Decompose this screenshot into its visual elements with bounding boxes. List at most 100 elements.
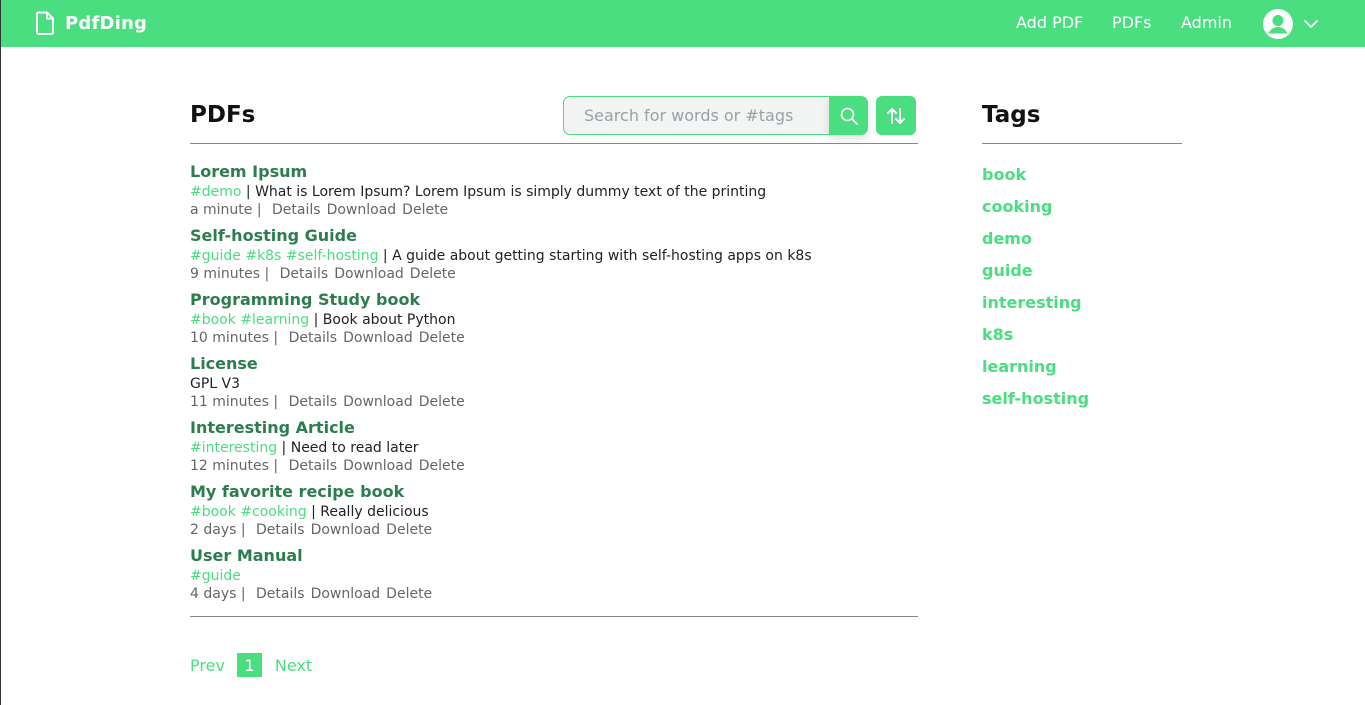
separator: |	[268, 330, 283, 346]
prev-page-link[interactable]: Prev	[190, 656, 225, 675]
pdf-title-link[interactable]: Lorem Ipsum	[190, 162, 307, 181]
pdf-title-link[interactable]: Interesting Article	[190, 418, 355, 437]
pdf-actions-line: 10 minutes | Details Download Delete	[190, 330, 465, 346]
pdf-description: A guide about getting starting with self…	[392, 248, 812, 264]
download-link[interactable]: Download	[343, 458, 413, 474]
sidebar-tag-learning[interactable]: learning	[982, 357, 1089, 389]
search-input[interactable]	[564, 97, 830, 134]
chevron-down-icon[interactable]	[1303, 16, 1319, 32]
pdf-tag-link[interactable]: #guide	[190, 248, 241, 264]
pdf-meta-line: GPL V3	[190, 376, 240, 392]
tags-title: Tags	[982, 102, 1041, 128]
separator: |	[277, 440, 291, 456]
pdf-list: Lorem Ipsum #demo | What is Lorem Ipsum? …	[190, 161, 918, 609]
details-link[interactable]: Details	[280, 266, 329, 282]
pdf-actions-line: 9 minutes | Details Download Delete	[190, 266, 456, 282]
separator: |	[268, 458, 283, 474]
separator: |	[309, 312, 323, 328]
brand-name: PdfDing	[65, 12, 148, 34]
pdf-tag-link[interactable]: #demo	[190, 184, 241, 200]
separator: |	[268, 394, 283, 410]
pdf-tag-link[interactable]: #learning	[240, 312, 309, 328]
details-link[interactable]: Details	[289, 458, 338, 474]
details-link[interactable]: Details	[272, 202, 321, 218]
pdf-list-item: Programming Study book #book #learning | …	[190, 289, 918, 353]
sidebar-tag-demo[interactable]: demo	[982, 229, 1089, 261]
delete-link[interactable]: Delete	[419, 394, 465, 410]
navbar: PdfDing Add PDF PDFs Admin	[1, 0, 1365, 47]
pdf-actions-line: 4 days | Details Download Delete	[190, 586, 432, 602]
download-link[interactable]: Download	[343, 394, 413, 410]
pdf-description: What is Lorem Ipsum? Lorem Ipsum is simp…	[255, 184, 767, 200]
search-box	[563, 96, 830, 135]
delete-link[interactable]: Delete	[419, 330, 465, 346]
sidebar-tag-interesting[interactable]: interesting	[982, 293, 1089, 325]
user-avatar-icon[interactable]	[1262, 8, 1294, 40]
brand[interactable]: PdfDing	[35, 11, 147, 35]
pdf-list-item: User Manual #guide 4 days | Details Downloa…	[190, 545, 918, 609]
pdf-tag-link[interactable]: #book	[190, 312, 236, 328]
sidebar-tag-cooking[interactable]: cooking	[982, 197, 1089, 229]
sidebar-tag-k8s[interactable]: k8s	[982, 325, 1089, 357]
pdf-meta-line: #book #learning | Book about Python	[190, 312, 455, 328]
nav-pdfs[interactable]: PDFs	[1112, 13, 1152, 32]
pdf-actions-line: 11 minutes | Details Download Delete	[190, 394, 465, 410]
pdf-actions-line: a minute | Details Download Delete	[190, 202, 448, 218]
download-link[interactable]: Download	[311, 522, 381, 538]
separator: |	[236, 522, 251, 538]
details-link[interactable]: Details	[256, 586, 305, 602]
delete-link[interactable]: Delete	[386, 586, 432, 602]
pdf-tag-link[interactable]: #book	[190, 504, 236, 520]
sidebar-tag-book[interactable]: book	[982, 165, 1089, 197]
pdf-title-link[interactable]: License	[190, 354, 258, 373]
pdf-age: 4 days	[190, 586, 237, 602]
pdf-age: 10 minutes	[190, 330, 269, 346]
next-page-link[interactable]: Next	[275, 656, 312, 675]
pdf-title-link[interactable]: My favorite recipe book	[190, 482, 404, 501]
pdf-actions-line: 2 days | Details Download Delete	[190, 522, 432, 538]
details-link[interactable]: Details	[256, 522, 305, 538]
delete-link[interactable]: Delete	[419, 458, 465, 474]
pdf-tag-link[interactable]: #self-hosting	[286, 248, 379, 264]
details-link[interactable]: Details	[289, 394, 338, 410]
nav-add-pdf[interactable]: Add PDF	[1016, 13, 1083, 32]
pdf-list-item: My favorite recipe book #book #cooking | …	[190, 481, 918, 545]
sidebar-tag-guide[interactable]: guide	[982, 261, 1089, 293]
pdf-tag-link[interactable]: #k8s	[245, 248, 281, 264]
download-link[interactable]: Download	[334, 266, 404, 282]
tag-list: book cooking demo guide interesting k8s learni…	[982, 165, 1089, 421]
download-link[interactable]: Download	[343, 330, 413, 346]
pagination: Prev 1 Next	[190, 653, 312, 677]
pdf-tag-link[interactable]: #guide	[190, 568, 241, 584]
separator: |	[241, 184, 256, 200]
pdf-title-link[interactable]: Programming Study book	[190, 290, 420, 309]
separator: |	[306, 504, 321, 520]
delete-link[interactable]: Delete	[410, 266, 456, 282]
pdf-meta-line: #interesting | Need to read later	[190, 440, 419, 456]
pdf-description: Need to read later	[290, 440, 419, 456]
search-button[interactable]	[829, 96, 868, 135]
current-page-button[interactable]: 1	[236, 653, 262, 677]
pdf-age: 11 minutes	[190, 394, 269, 410]
document-icon	[35, 11, 54, 35]
pdf-meta-line: #guide #k8s #self-hosting | A guide abou…	[190, 248, 812, 264]
download-link[interactable]: Download	[327, 202, 397, 218]
separator: |	[260, 266, 274, 282]
pdf-list-item: Interesting Article #interesting | Need t…	[190, 417, 918, 481]
details-link[interactable]: Details	[289, 330, 338, 346]
pdf-title-link[interactable]: Self-hosting Guide	[190, 226, 357, 245]
pdf-description: GPL V3	[190, 376, 241, 392]
separator: |	[236, 586, 251, 602]
nav-admin[interactable]: Admin	[1181, 13, 1232, 32]
search-icon	[840, 107, 858, 125]
pdf-tag-link[interactable]: #cooking	[240, 504, 306, 520]
sort-button[interactable]	[876, 96, 916, 135]
pdf-tag-link[interactable]: #interesting	[190, 440, 277, 456]
sidebar-tag-self-hosting[interactable]: self-hosting	[982, 389, 1089, 421]
download-link[interactable]: Download	[311, 586, 381, 602]
delete-link[interactable]: Delete	[402, 202, 448, 218]
page-title: PDFs	[190, 102, 256, 128]
divider	[190, 616, 918, 617]
delete-link[interactable]: Delete	[386, 522, 432, 538]
pdf-title-link[interactable]: User Manual	[190, 546, 303, 565]
